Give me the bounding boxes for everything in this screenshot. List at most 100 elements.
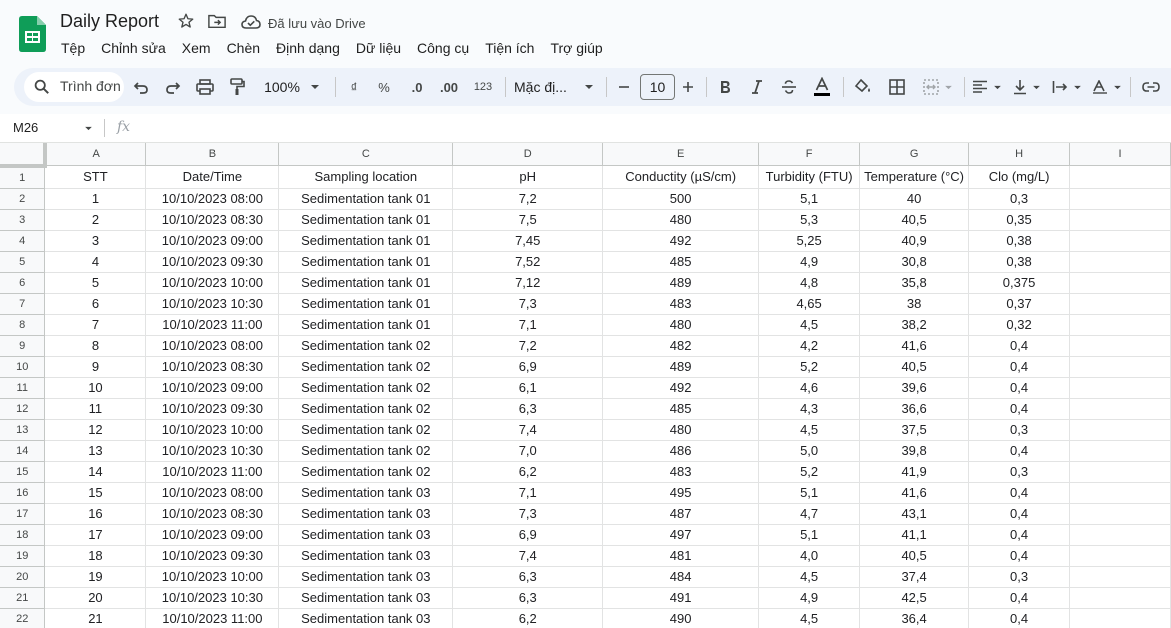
decrease-decimal-button[interactable]: .0 — [404, 68, 430, 106]
cell[interactable]: 13 — [44, 440, 147, 462]
decrease-font-size-button[interactable] — [614, 68, 634, 106]
cell[interactable]: 1 — [44, 188, 147, 210]
cell[interactable]: 17 — [44, 524, 147, 546]
cell[interactable]: 10/10/2023 10:00 — [145, 566, 280, 588]
cell[interactable]: 40,9 — [859, 230, 970, 252]
cell[interactable]: 7 — [44, 314, 147, 336]
cell[interactable]: 10/10/2023 08:30 — [145, 503, 280, 525]
cell[interactable]: Sedimentation tank 01 — [278, 272, 454, 294]
sheets-logo-icon[interactable] — [19, 16, 46, 52]
cell[interactable]: 8 — [44, 335, 147, 357]
cell[interactable]: 0,4 — [968, 524, 1071, 546]
cell[interactable]: 10/10/2023 09:00 — [145, 524, 280, 546]
cell[interactable] — [1069, 209, 1171, 231]
fill-color-button[interactable] — [852, 68, 874, 106]
column-header[interactable]: D — [452, 143, 604, 166]
cell[interactable]: 7,0 — [452, 440, 604, 462]
cell[interactable]: Sedimentation tank 03 — [278, 503, 454, 525]
cell[interactable]: 10 — [44, 377, 147, 399]
cell[interactable] — [1069, 356, 1171, 378]
cell[interactable]: 12 — [44, 419, 147, 441]
cell[interactable]: 500 — [602, 188, 760, 210]
increase-decimal-button[interactable]: .00 — [436, 68, 462, 106]
cell[interactable]: 0,4 — [968, 608, 1071, 628]
cell[interactable]: Conductity (µS/cm) — [602, 165, 760, 189]
zoom-select[interactable]: 100% — [258, 68, 326, 106]
borders-button[interactable] — [886, 68, 908, 106]
cell[interactable]: 0,375 — [968, 272, 1071, 294]
cell[interactable]: 40,5 — [859, 545, 970, 567]
insert-link-button[interactable] — [1139, 68, 1163, 106]
cell[interactable]: 4,2 — [758, 335, 861, 357]
cell[interactable]: 5,2 — [758, 356, 861, 378]
cell[interactable]: 4,6 — [758, 377, 861, 399]
cell[interactable]: 6,2 — [452, 608, 604, 628]
cell[interactable] — [1069, 461, 1171, 483]
cell[interactable]: 10/10/2023 09:30 — [145, 251, 280, 273]
menu-item[interactable]: Chèn — [219, 38, 268, 58]
cell[interactable]: 3 — [44, 230, 147, 252]
cell[interactable]: 487 — [602, 503, 760, 525]
print-button[interactable] — [194, 68, 216, 106]
cell[interactable]: 0,4 — [968, 398, 1071, 420]
cell[interactable]: 492 — [602, 230, 760, 252]
cell[interactable]: Sedimentation tank 01 — [278, 251, 454, 273]
row-header[interactable]: 17 — [0, 503, 46, 525]
menu-item[interactable]: Xem — [174, 38, 219, 58]
cell[interactable]: 0,3 — [968, 461, 1071, 483]
cell[interactable]: 6,1 — [452, 377, 604, 399]
cell[interactable]: Temperature (°C) — [859, 165, 970, 189]
select-all-corner[interactable] — [0, 143, 47, 168]
cell[interactable]: 41,6 — [859, 482, 970, 504]
cell[interactable]: 492 — [602, 377, 760, 399]
cell[interactable]: 486 — [602, 440, 760, 462]
cloud-saved-icon[interactable] — [241, 14, 261, 30]
row-header[interactable]: 4 — [0, 230, 46, 252]
cell[interactable]: 7,2 — [452, 188, 604, 210]
cell[interactable]: 38,2 — [859, 314, 970, 336]
cell[interactable]: 5,25 — [758, 230, 861, 252]
cell[interactable]: 10/10/2023 08:30 — [145, 209, 280, 231]
cell[interactable]: 0,4 — [968, 482, 1071, 504]
cell[interactable]: 4,9 — [758, 587, 861, 609]
cell[interactable]: Sedimentation tank 01 — [278, 293, 454, 315]
cell[interactable]: 490 — [602, 608, 760, 628]
cell[interactable]: 7,12 — [452, 272, 604, 294]
cell[interactable]: 7,1 — [452, 482, 604, 504]
cell[interactable]: 37,5 — [859, 419, 970, 441]
cell[interactable]: Sedimentation tank 03 — [278, 524, 454, 546]
cell[interactable] — [1069, 587, 1171, 609]
cell[interactable] — [1069, 419, 1171, 441]
cell[interactable]: 483 — [602, 461, 760, 483]
cell[interactable]: 10/10/2023 11:00 — [145, 461, 280, 483]
row-header[interactable]: 19 — [0, 545, 46, 567]
cell[interactable]: 10/10/2023 10:30 — [145, 293, 280, 315]
row-header[interactable]: 3 — [0, 209, 46, 231]
cell[interactable]: 36,4 — [859, 608, 970, 628]
name-box[interactable]: M26 — [13, 120, 38, 135]
cell[interactable]: 7,52 — [452, 251, 604, 273]
cell[interactable]: 9 — [44, 356, 147, 378]
cell[interactable]: 10/10/2023 09:00 — [145, 230, 280, 252]
cell[interactable]: 30,8 — [859, 251, 970, 273]
cell[interactable]: 0,4 — [968, 587, 1071, 609]
strikethrough-button[interactable] — [778, 68, 800, 106]
format-currency-button[interactable]: ₫ — [344, 68, 364, 106]
cell[interactable]: 480 — [602, 209, 760, 231]
cell[interactable]: 16 — [44, 503, 147, 525]
cell[interactable]: 481 — [602, 545, 760, 567]
cell[interactable]: 6,9 — [452, 524, 604, 546]
cell[interactable]: 485 — [602, 251, 760, 273]
cell[interactable]: 15 — [44, 482, 147, 504]
cell[interactable]: 10/10/2023 09:30 — [145, 398, 280, 420]
row-header[interactable]: 18 — [0, 524, 46, 546]
cell[interactable]: 10/10/2023 08:30 — [145, 356, 280, 378]
cell[interactable]: 39,6 — [859, 377, 970, 399]
column-header[interactable]: H — [968, 143, 1071, 166]
undo-button[interactable] — [130, 68, 152, 106]
cell[interactable]: 10/10/2023 08:00 — [145, 335, 280, 357]
cell[interactable]: 40 — [859, 188, 970, 210]
cell[interactable]: 0,3 — [968, 419, 1071, 441]
column-header[interactable]: C — [278, 143, 454, 166]
menu-item[interactable]: Định dạng — [268, 38, 348, 58]
